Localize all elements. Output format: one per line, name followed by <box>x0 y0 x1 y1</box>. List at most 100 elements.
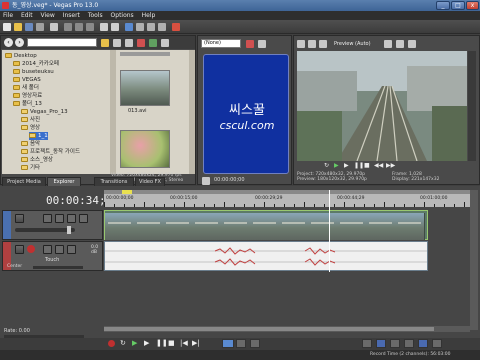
copy-snapshot-icon[interactable] <box>396 40 404 48</box>
trimmer-loop-icon[interactable] <box>202 177 210 185</box>
automation-mode[interactable]: Touch <box>45 257 59 263</box>
play-icon[interactable]: ▶ <box>334 162 339 169</box>
tree-item[interactable]: 2014_카카오페 <box>13 60 59 68</box>
properties-icon[interactable] <box>36 23 44 31</box>
refresh-icon[interactable] <box>113 39 121 47</box>
loop-region-marker[interactable] <box>122 190 132 194</box>
tree-item[interactable]: 사진 <box>21 116 40 124</box>
split-screen-icon[interactable] <box>319 40 327 48</box>
audio-fx-icon[interactable] <box>43 245 52 254</box>
overlay-icon[interactable] <box>384 40 392 48</box>
tree-item[interactable]: 1_1 <box>29 132 48 140</box>
undo-icon[interactable] <box>100 23 108 31</box>
up-folder-icon[interactable] <box>101 39 109 47</box>
open-icon[interactable] <box>14 23 22 31</box>
menu-insert[interactable]: Insert <box>60 11 83 20</box>
track-mute-icon[interactable] <box>67 214 76 223</box>
preview-fx-icon[interactable] <box>308 40 316 48</box>
file-scrollbar[interactable] <box>189 50 195 174</box>
selection-tool-icon[interactable] <box>147 23 155 31</box>
tree-item[interactable]: VEGAS <box>13 76 41 84</box>
loop-icon[interactable]: ↻ <box>324 162 329 169</box>
transport-pause-icon[interactable]: ❚❚ <box>156 339 168 347</box>
forward-icon[interactable]: › <box>15 38 24 47</box>
track-expand-icon[interactable] <box>15 214 24 223</box>
redo-icon[interactable] <box>111 23 119 31</box>
loop-playback-icon[interactable]: ↻ <box>120 339 126 347</box>
track-solo-icon[interactable] <box>79 214 88 223</box>
menu-file[interactable]: File <box>0 11 16 20</box>
tree-item[interactable]: Desktop <box>5 52 37 60</box>
playhead-cursor[interactable] <box>329 190 330 272</box>
tree-item[interactable]: Vegas_Pro_13 <box>21 108 68 116</box>
auto-crossfade-icon[interactable] <box>376 339 386 348</box>
track-fx-icon[interactable] <box>55 214 64 223</box>
marker-bar[interactable] <box>104 190 470 194</box>
ignore-grouping-icon[interactable] <box>418 339 428 348</box>
trimmer-dropdown[interactable]: (None) <box>201 39 241 48</box>
tree-item[interactable]: 영상 <box>21 124 40 132</box>
tree-item[interactable]: 폴더_13 <box>13 100 42 108</box>
audio-expand-icon[interactable] <box>15 245 24 254</box>
menu-tools[interactable]: Tools <box>85 11 106 20</box>
go-to-end-icon[interactable]: ▶| <box>192 339 200 347</box>
arm-record-icon[interactable] <box>27 245 35 253</box>
tree-item[interactable]: 프로젝트_동작 가이드 <box>21 148 80 156</box>
zoom-timeline-icon[interactable] <box>432 339 442 348</box>
menu-edit[interactable]: Edit <box>18 11 36 20</box>
pan-slider[interactable] <box>33 266 83 269</box>
play-from-start-icon[interactable]: ▶ <box>132 339 137 347</box>
back-icon[interactable]: ‹ <box>4 38 13 47</box>
tab-video-fx[interactable]: Video FX <box>135 177 165 186</box>
stop-icon[interactable]: ■ <box>364 162 370 169</box>
record-icon[interactable] <box>108 340 115 347</box>
snap-icon[interactable] <box>362 339 372 348</box>
video-clip[interactable] <box>104 210 428 240</box>
tree-item[interactable]: buseteuksu <box>13 68 54 76</box>
tree-item[interactable]: 기타 <box>21 164 40 172</box>
tab-transitions[interactable]: Transitions <box>94 177 134 186</box>
file-thumbnail-image[interactable] <box>120 130 170 168</box>
normal-edit-icon[interactable] <box>222 339 234 348</box>
video-level-slider[interactable] <box>15 226 75 234</box>
transport-play-icon[interactable]: ▶ <box>144 339 149 347</box>
tree-item[interactable]: 새 폴더 <box>13 84 39 92</box>
audio-clip[interactable] <box>104 241 428 271</box>
path-dropdown[interactable] <box>27 38 97 47</box>
tab-project-media[interactable]: Project Media <box>2 177 46 186</box>
next-frame-icon[interactable]: ▶▶ <box>386 162 395 169</box>
ripple-edit-icon[interactable] <box>390 339 400 348</box>
transport-stop-icon[interactable]: ■ <box>168 339 175 347</box>
trimmer-delete-icon[interactable] <box>246 40 254 48</box>
lock-envelopes-icon[interactable] <box>404 339 414 348</box>
file-thumbnail-video[interactable] <box>120 70 170 106</box>
save-snapshot-icon[interactable] <box>408 40 416 48</box>
close-button[interactable]: x <box>466 1 479 10</box>
play-preview-icon[interactable] <box>149 39 157 47</box>
timeline-hscroll[interactable] <box>104 326 470 332</box>
save-icon[interactable] <box>25 23 33 31</box>
trimmer-clear-icon[interactable] <box>258 40 266 48</box>
menu-help[interactable]: Help <box>139 11 159 20</box>
render-icon[interactable] <box>50 23 58 31</box>
tree-item[interactable]: 소스_영상 <box>21 156 53 164</box>
tree-item[interactable]: 음악 <box>21 140 40 148</box>
auto-preview-icon[interactable] <box>161 39 169 47</box>
views-icon[interactable] <box>125 39 133 47</box>
audio-mute-icon[interactable] <box>55 245 64 254</box>
tree-item[interactable]: 영상자료 <box>13 92 42 100</box>
pause-icon[interactable]: ❚❚ <box>354 162 364 169</box>
envelope-edit-icon[interactable] <box>236 339 246 348</box>
go-to-start-icon[interactable]: |◀ <box>180 339 188 347</box>
stop-icon[interactable] <box>137 39 145 47</box>
copy-icon[interactable] <box>75 23 83 31</box>
help-icon[interactable] <box>172 23 180 31</box>
maximize-button[interactable]: □ <box>451 1 465 10</box>
timeline-vscroll[interactable] <box>470 190 478 330</box>
selection-edit-icon[interactable] <box>250 339 260 348</box>
timeline-ruler[interactable]: 00:00:00;00 00:00:15;00 00:00:29;29 00:0… <box>104 190 470 207</box>
preview-quality-dropdown[interactable]: Preview (Auto) <box>334 40 378 48</box>
menu-view[interactable]: View <box>38 11 58 20</box>
prev-frame-icon[interactable]: ◀◀ <box>374 162 383 169</box>
track-motion-icon[interactable] <box>43 214 52 223</box>
